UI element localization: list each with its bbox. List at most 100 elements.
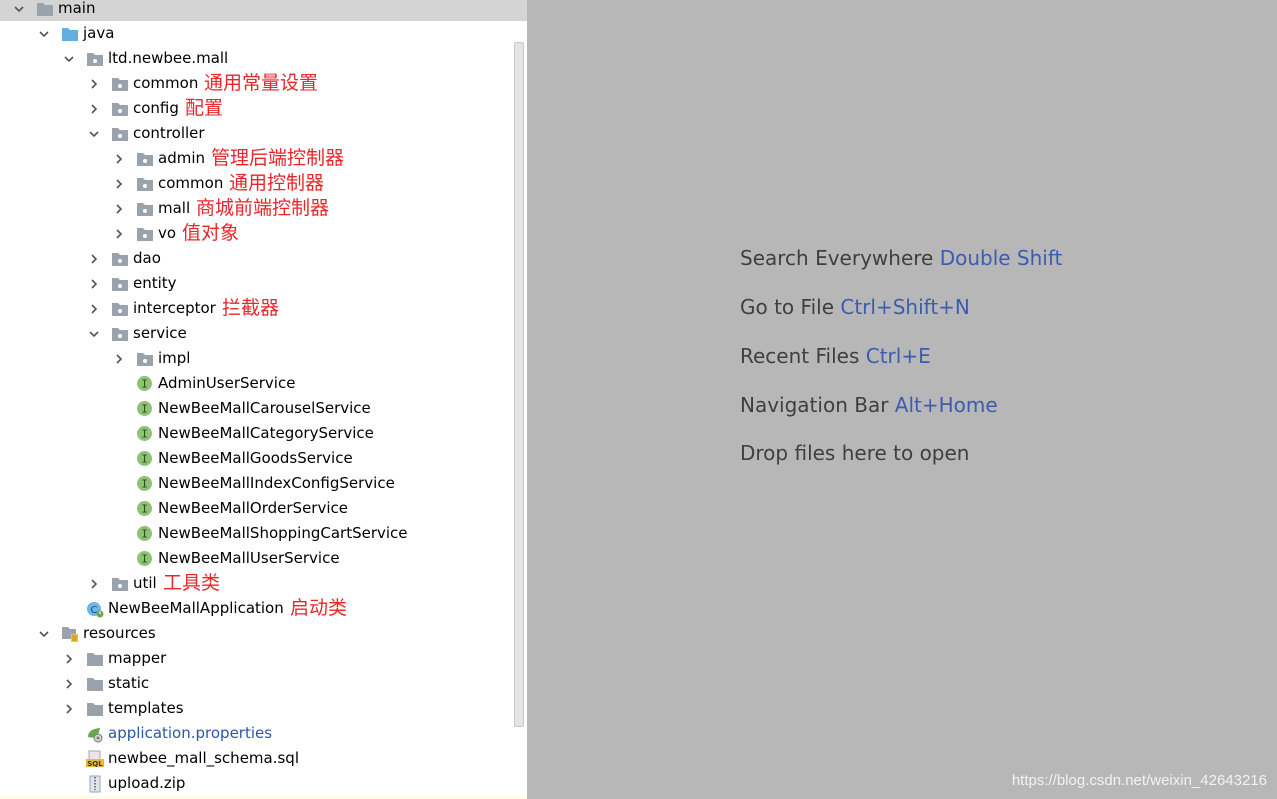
package-icon <box>111 575 129 592</box>
chevron-right-icon[interactable] <box>62 646 76 671</box>
chevron-right-icon[interactable] <box>87 271 101 296</box>
hint-label: Drop files here to open <box>740 441 970 465</box>
svg-text:C: C <box>91 605 98 616</box>
svg-text:I: I <box>141 403 148 416</box>
svg-text:I: I <box>141 528 148 541</box>
chevron-down-icon[interactable] <box>12 0 26 21</box>
resources-folder-icon <box>61 625 79 642</box>
tree-item-label: NewBeeMallApplication <box>108 599 284 617</box>
tree-item-label: application.properties <box>108 724 273 742</box>
folder-icon <box>61 25 79 42</box>
svg-text:I: I <box>141 378 148 391</box>
tree-item-label: common <box>158 174 224 192</box>
annotation-note: 值对象 <box>182 222 240 244</box>
chevron-down-icon[interactable] <box>87 121 101 146</box>
tree-item-label: main <box>58 0 96 17</box>
svg-text:I: I <box>141 453 148 466</box>
package-icon <box>136 150 154 167</box>
editor-empty-area: Search Everywhere Double Shift Go to Fil… <box>527 0 1277 799</box>
tree-item-label: NewBeeMallIndexConfigService <box>158 474 395 492</box>
hint-recent-files: Recent Files Ctrl+E <box>740 344 931 368</box>
tree-item-label: entity <box>133 274 177 292</box>
tree-item-label: NewBeeMallGoodsService <box>158 449 353 467</box>
tree-item-label: NewBeeMallShoppingCartService <box>158 524 408 542</box>
tree-item-label: newbee_mall_schema.sql <box>108 749 299 767</box>
hint-go-to-file: Go to File Ctrl+Shift+N <box>740 295 970 319</box>
folder-icon <box>36 0 54 17</box>
tree-item-label: mapper <box>108 649 167 667</box>
chevron-down-icon[interactable] <box>37 21 51 46</box>
tree-item-label: ltd.newbee.mall <box>108 49 229 67</box>
folder-icon <box>86 650 104 667</box>
tree-item-label: admin <box>158 149 205 167</box>
package-icon <box>136 225 154 242</box>
hint-shortcut: Ctrl+E <box>865 344 931 368</box>
chevron-right-icon[interactable] <box>87 71 101 96</box>
chevron-right-icon[interactable] <box>62 696 76 721</box>
chevron-right-icon[interactable] <box>87 571 101 596</box>
chevron-right-icon[interactable] <box>112 171 126 196</box>
package-icon <box>111 250 129 267</box>
folder-icon <box>86 675 104 692</box>
interface-icon: I <box>136 475 154 492</box>
chevron-down-icon[interactable] <box>62 46 76 71</box>
chevron-down-icon[interactable] <box>87 321 101 346</box>
package-icon <box>111 75 129 92</box>
interface-icon: I <box>136 550 154 567</box>
folder-icon <box>86 700 104 717</box>
watermark: https://blog.csdn.net/weixin_42643216 <box>1011 772 1267 789</box>
hint-label: Go to File <box>740 295 834 319</box>
package-icon <box>111 100 129 117</box>
tree-item-label: AdminUserService <box>158 374 296 392</box>
annotation-note: 启动类 <box>290 597 348 619</box>
chevron-right-icon[interactable] <box>112 196 126 221</box>
chevron-right-icon[interactable] <box>87 96 101 121</box>
tree-item-label: vo <box>158 224 177 242</box>
interface-icon: I <box>136 525 154 542</box>
svg-text:I: I <box>141 428 148 441</box>
chevron-right-icon[interactable] <box>112 221 126 246</box>
chevron-right-icon[interactable] <box>112 346 126 371</box>
tree-item-label: interceptor <box>133 299 216 317</box>
hint-label: Search Everywhere <box>740 246 934 270</box>
tree-item-label: impl <box>158 349 191 367</box>
tree-item-label: NewBeeMallOrderService <box>158 499 348 517</box>
annotation-note: 工具类 <box>163 572 221 594</box>
tree-item-label: NewBeeMallUserService <box>158 549 340 567</box>
svg-text:I: I <box>141 503 148 516</box>
tree-row-main[interactable]: main <box>0 0 527 21</box>
annotation-note: 通用控制器 <box>229 172 325 194</box>
hint-navigation-bar: Navigation Bar Alt+Home <box>740 393 998 417</box>
tree-item-label: util <box>133 574 157 592</box>
chevron-down-icon[interactable] <box>37 621 51 646</box>
interface-icon: I <box>136 450 154 467</box>
chevron-right-icon[interactable] <box>112 146 126 171</box>
tree-item-label: controller <box>133 124 205 142</box>
hint-shortcut: Alt+Home <box>894 393 998 417</box>
interface-icon: I <box>136 400 154 417</box>
package-icon <box>136 200 154 217</box>
annotation-note: 管理后端控制器 <box>211 147 345 169</box>
spring-boot-class-icon: C <box>86 600 104 618</box>
package-icon <box>136 175 154 192</box>
hint-drop-files: Drop files here to open <box>740 441 969 465</box>
tree-item-label: NewBeeMallCategoryService <box>158 424 374 442</box>
chevron-right-icon[interactable] <box>87 246 101 271</box>
project-tree-scrollbar[interactable] <box>514 42 524 727</box>
annotation-note: 商城前端控制器 <box>196 197 330 219</box>
svg-text:SQL: SQL <box>87 760 103 768</box>
package-icon <box>111 325 129 342</box>
hint-label: Navigation Bar <box>740 393 889 417</box>
interface-icon: I <box>136 375 154 392</box>
project-tree-panel: main java ltd.newbee.mall common 通用常量设置 confi… <box>0 0 527 799</box>
package-icon <box>111 300 129 317</box>
interface-icon: I <box>136 500 154 517</box>
package-icon <box>86 50 104 67</box>
chevron-right-icon[interactable] <box>87 296 101 321</box>
annotation-note: 通用常量设置 <box>204 72 319 94</box>
hint-shortcut: Ctrl+Shift+N <box>840 295 970 319</box>
interface-icon: I <box>136 425 154 442</box>
chevron-right-icon[interactable] <box>62 671 76 696</box>
package-icon <box>111 125 129 142</box>
annotation-note: 配置 <box>185 97 224 119</box>
